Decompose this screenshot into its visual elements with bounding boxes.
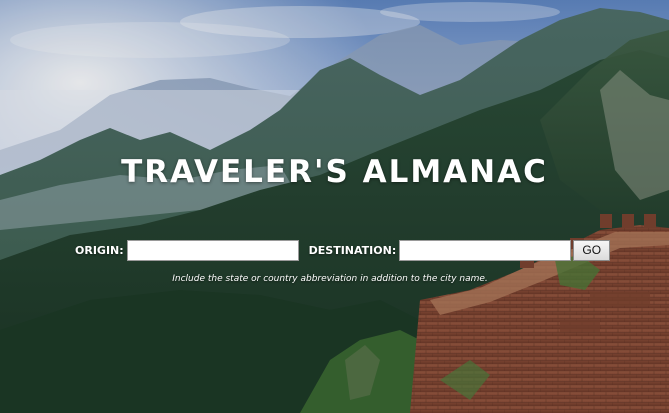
destination-label: DESTINATION: xyxy=(308,243,397,257)
route-search-form: ORIGIN: DESTINATION: GO xyxy=(75,239,611,261)
background-landscape-image xyxy=(0,0,669,413)
origin-input[interactable] xyxy=(126,239,299,261)
destination-input[interactable] xyxy=(399,239,572,261)
search-hint-text: Include the state or country abbreviatio… xyxy=(172,274,488,284)
go-button[interactable]: GO xyxy=(573,239,611,261)
landscape-illustration xyxy=(0,0,669,413)
page-title: TRAVELER'S ALMANAC xyxy=(121,154,548,190)
origin-label: ORIGIN: xyxy=(75,243,124,257)
